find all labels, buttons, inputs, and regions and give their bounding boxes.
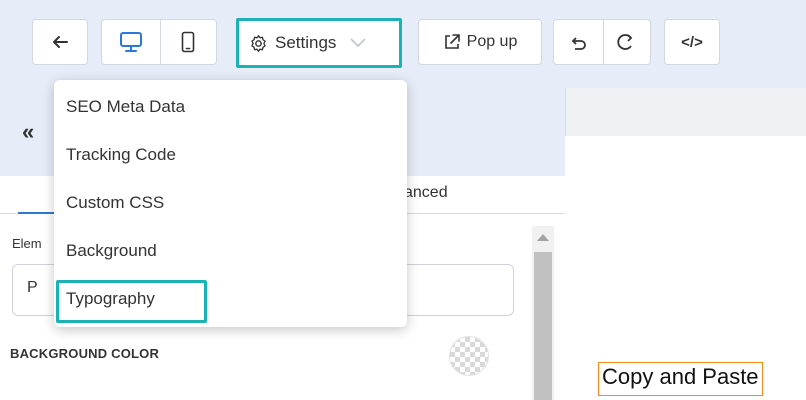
gear-icon xyxy=(251,34,266,52)
menu-item-background[interactable]: Background xyxy=(66,241,157,261)
code-icon: </> xyxy=(681,33,703,51)
mobile-phone-icon xyxy=(181,31,194,53)
popup-label: Pop up xyxy=(466,33,518,50)
canvas-separator xyxy=(565,88,566,136)
arrow-left-icon xyxy=(53,36,68,48)
scrollbar-thumb[interactable] xyxy=(534,252,552,400)
device-toggle-group xyxy=(101,19,217,65)
background-color-swatch[interactable] xyxy=(449,336,489,376)
menu-item-seo-meta-data[interactable]: SEO Meta Data xyxy=(66,97,185,117)
back-button[interactable] xyxy=(32,19,88,65)
desktop-view-button[interactable] xyxy=(102,20,159,64)
undo-icon xyxy=(571,37,586,50)
undo-button[interactable] xyxy=(554,20,602,64)
redo-icon xyxy=(617,34,633,50)
element-input-value: P xyxy=(27,279,38,296)
desktop-monitor-icon xyxy=(119,32,142,52)
external-link-icon xyxy=(444,34,460,49)
top-toolbar: Settings Pop up </> xyxy=(0,0,806,88)
menu-item-typography[interactable]: Typography xyxy=(66,289,155,309)
canvas-top-strip xyxy=(565,88,806,136)
device-divider xyxy=(160,20,161,64)
settings-menu: SEO Meta Data Tracking Code Custom CSS B… xyxy=(54,80,407,327)
code-view-button[interactable]: </> xyxy=(664,19,720,65)
collapse-panel-button[interactable]: « xyxy=(22,119,34,145)
settings-dropdown-button[interactable]: Settings xyxy=(236,18,402,68)
redo-button[interactable] xyxy=(602,20,650,64)
history-button-group xyxy=(553,19,651,65)
chevron-down-icon xyxy=(350,38,367,48)
scroll-up-arrow-icon[interactable] xyxy=(537,234,549,241)
mobile-view-button[interactable] xyxy=(159,20,216,64)
canvas-text-element[interactable]: Copy and Paste xyxy=(598,362,763,396)
popup-button[interactable]: Pop up xyxy=(418,19,542,65)
menu-item-tracking-code[interactable]: Tracking Code xyxy=(66,145,176,165)
settings-label: Settings xyxy=(275,33,337,52)
element-field-label: Elem xyxy=(12,236,42,251)
background-color-label: BACKGROUND COLOR xyxy=(10,346,160,361)
menu-item-custom-css[interactable]: Custom CSS xyxy=(66,193,164,213)
panel-scrollbar[interactable] xyxy=(532,226,554,400)
history-divider xyxy=(603,20,604,64)
